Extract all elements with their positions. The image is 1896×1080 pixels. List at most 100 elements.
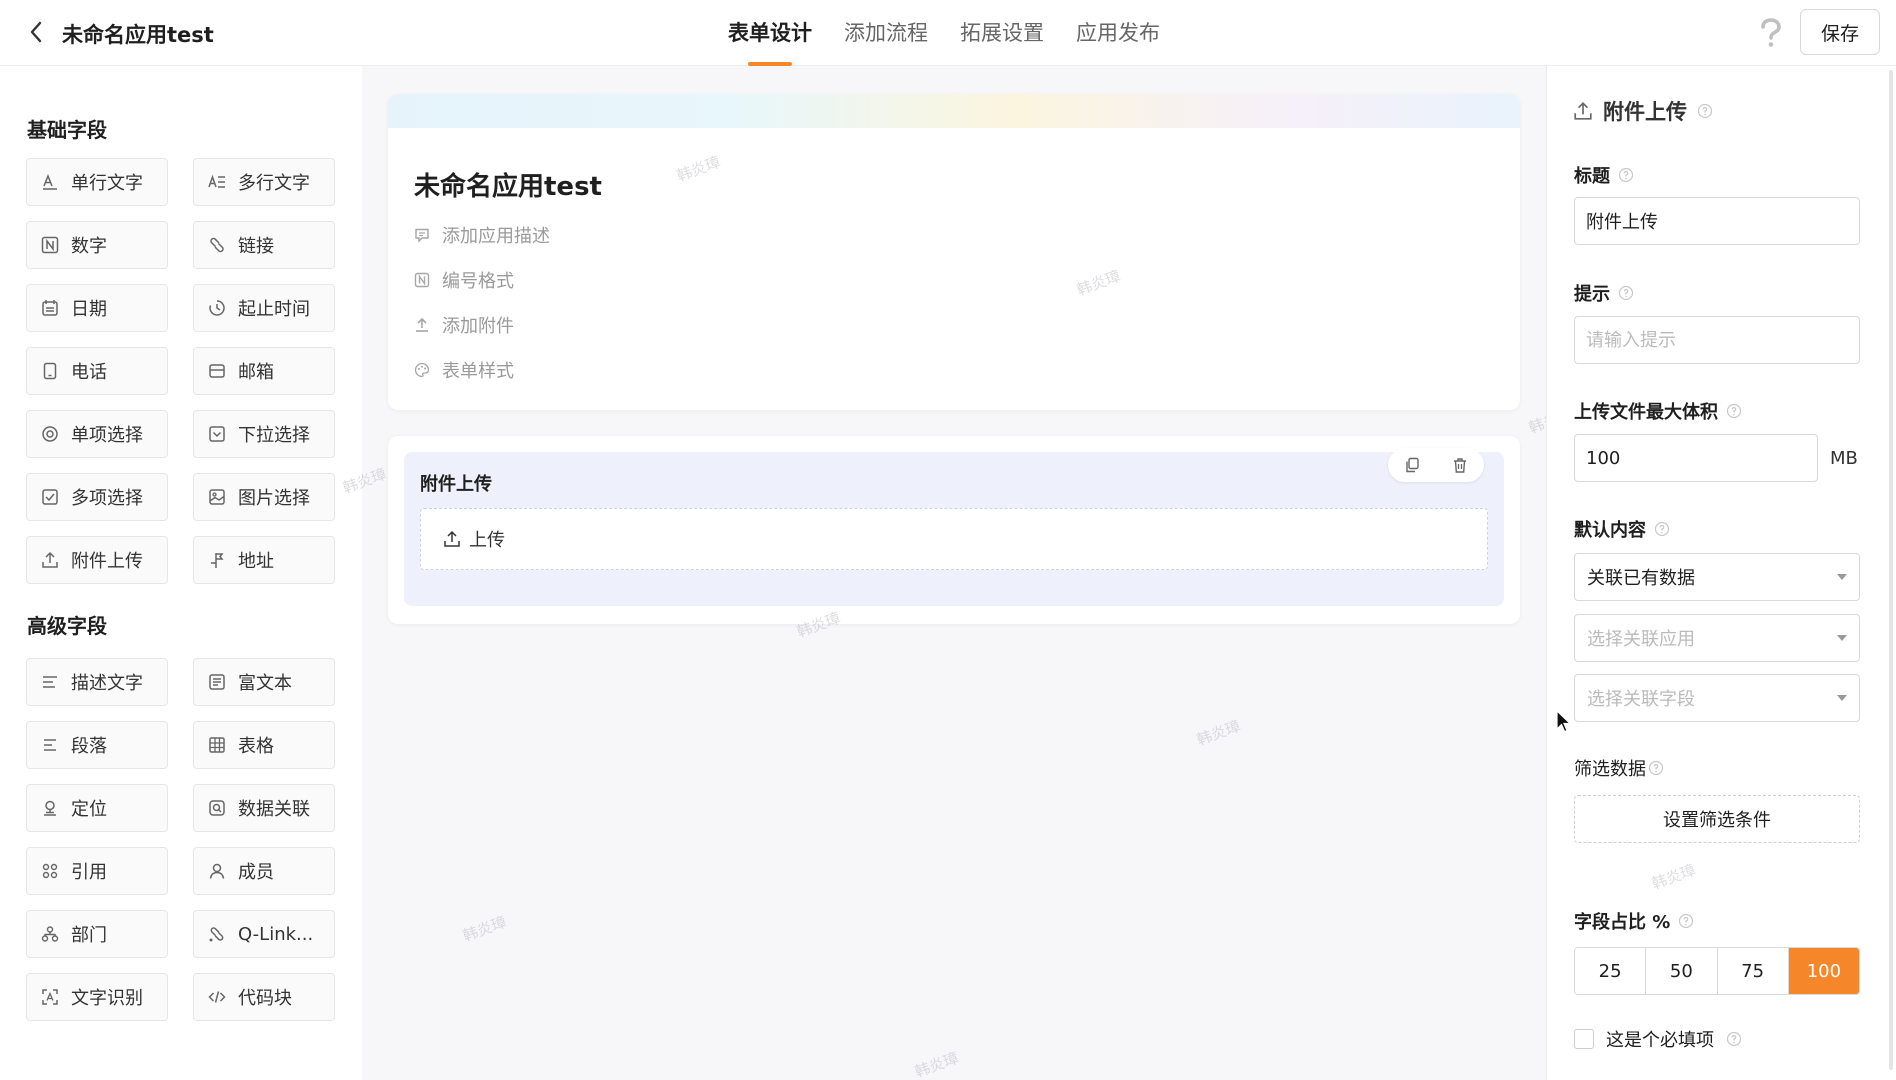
related-app-select[interactable]: 选择关联应用 (1574, 614, 1860, 662)
title-input[interactable] (1574, 197, 1860, 245)
tab-add-flow[interactable]: 添加流程 (844, 0, 928, 66)
field-attachment-upload[interactable]: 附件上传 (26, 536, 168, 584)
copy-icon (1406, 457, 1419, 473)
question-icon (1761, 18, 1781, 47)
field-time-range[interactable]: 起止时间 (193, 284, 335, 332)
field-code-block[interactable]: 代码块 (193, 973, 335, 1021)
upload-icon (42, 551, 58, 568)
single-line-text-icon (43, 173, 57, 190)
field-phone[interactable]: 电话 (26, 347, 168, 395)
field-image-select[interactable]: 图片选择 (193, 473, 335, 521)
back-button[interactable] (22, 18, 50, 46)
field-rich-text[interactable]: 富文本 (193, 658, 335, 706)
info-icon (1648, 760, 1664, 776)
field-reference[interactable]: 引用 (26, 847, 168, 895)
reference-icon (42, 863, 58, 879)
field-checkbox[interactable]: 多项选择 (26, 473, 168, 521)
watermark: 韩炎璋 (912, 1048, 961, 1080)
upload-dropzone[interactable]: 上传 (420, 508, 1488, 570)
form-title[interactable]: 未命名应用test (414, 166, 602, 203)
field-single-line-text[interactable]: 单行文字 (26, 158, 168, 206)
field-description[interactable]: 描述文字 (26, 658, 168, 706)
field-qlink[interactable]: Q-Link... (193, 910, 335, 958)
delete-field-button[interactable] (1445, 450, 1475, 480)
field-department[interactable]: 部门 (26, 910, 168, 958)
watermark: 韩炎璋 (1194, 716, 1243, 750)
max-size-unit: MB (1830, 448, 1858, 469)
comment-icon (415, 228, 429, 243)
field-address[interactable]: 地址 (193, 536, 335, 584)
filter-data-label: 筛选数据 (1574, 755, 1664, 781)
hint-input[interactable] (1574, 316, 1860, 364)
field-data-link[interactable]: 数据关联 (193, 784, 335, 832)
selected-field-upload[interactable]: 附件上传 上传 (404, 448, 1504, 606)
field-location[interactable]: 定位 (26, 784, 168, 832)
dropdown-icon (209, 426, 225, 442)
field-number[interactable]: 数字 (26, 221, 168, 269)
form-info-card: 未命名应用test 添加应用描述 编号格式 添加附件 表单样式 (388, 94, 1520, 410)
panel-header: 附件上传 (1573, 96, 1713, 126)
link-icon (210, 237, 224, 253)
required-row: 这是个必填项 (1574, 1026, 1742, 1052)
field-paragraph[interactable]: 段落 (26, 721, 168, 769)
hint-label: 提示 (1574, 280, 1634, 306)
help-button[interactable] (1756, 16, 1786, 50)
upload-icon (444, 530, 460, 547)
field-multi-line-text[interactable]: 多行文字 (193, 158, 335, 206)
caret-down-icon (1837, 695, 1847, 701)
field-date[interactable]: 日期 (26, 284, 168, 332)
form-field-card: 附件上传 上传 (388, 436, 1520, 624)
ratio-25-button[interactable]: 25 (1575, 948, 1647, 994)
properties-panel: 附件上传 标题 提示 上传文件最大体积 MB 默认内容 关联已有数据 选择关联应… (1546, 66, 1896, 1080)
field-table[interactable]: 表格 (193, 721, 335, 769)
copy-field-button[interactable] (1397, 450, 1427, 480)
mouse-cursor-icon (1556, 710, 1572, 733)
field-mail[interactable]: 邮箱 (193, 347, 335, 395)
ratio-75-button[interactable]: 75 (1717, 948, 1789, 994)
info-icon (1654, 521, 1670, 537)
advanced-fields-title: 高级字段 (27, 614, 107, 638)
tab-extend-settings[interactable]: 拓展设置 (960, 0, 1044, 66)
table-icon (209, 737, 225, 753)
field-label: 附件上传 (420, 474, 492, 495)
width-ratio-group: 25 50 75 100 (1574, 947, 1860, 995)
related-field-select[interactable]: 选择关联字段 (1574, 674, 1860, 722)
field-dropdown[interactable]: 下拉选择 (193, 410, 335, 458)
set-filter-button[interactable]: 设置筛选条件 (1574, 795, 1860, 843)
add-description-button[interactable]: 添加应用描述 (414, 222, 550, 248)
paragraph-icon (44, 739, 56, 751)
save-button[interactable]: 保存 (1800, 9, 1880, 55)
mail-icon (209, 364, 225, 378)
info-icon (1679, 913, 1694, 929)
field-radio[interactable]: 单项选择 (26, 410, 168, 458)
chevron-left-icon (30, 21, 42, 43)
required-checkbox[interactable] (1574, 1029, 1594, 1049)
caret-down-icon (1837, 574, 1847, 580)
upload-icon (1574, 102, 1592, 120)
field-member[interactable]: 成员 (193, 847, 335, 895)
member-icon (209, 863, 225, 879)
card-header-gradient (388, 94, 1520, 128)
address-icon (211, 553, 224, 568)
number-format-icon (414, 272, 430, 288)
field-ocr[interactable]: 文字识别 (26, 973, 168, 1021)
form-style-button[interactable]: 表单样式 (414, 357, 514, 383)
number-format-button[interactable]: 编号格式 (414, 267, 514, 293)
app-title: 未命名应用test (62, 23, 214, 47)
main-tabs: 表单设计 添加流程 拓展设置 应用发布 (728, 0, 1160, 66)
field-link[interactable]: 链接 (193, 221, 335, 269)
ratio-50-button[interactable]: 50 (1646, 948, 1718, 994)
default-content-select[interactable]: 关联已有数据 (1574, 553, 1860, 601)
add-attachment-button[interactable]: 添加附件 (414, 312, 514, 338)
calendar-icon (42, 300, 58, 316)
trash-icon (1454, 458, 1466, 473)
max-size-input[interactable] (1574, 434, 1818, 482)
ocr-icon (42, 989, 58, 1005)
panel-scrollbar[interactable] (1889, 70, 1893, 1070)
data-link-icon (209, 800, 225, 816)
ratio-100-button[interactable]: 100 (1788, 948, 1859, 994)
tab-app-publish[interactable]: 应用发布 (1076, 0, 1160, 66)
tab-form-design[interactable]: 表单设计 (728, 0, 812, 66)
field-palette: 基础字段 单行文字 多行文字 数字 链接 日期 起止时间 电话 邮箱 单项选择 … (0, 66, 362, 1080)
info-icon (1697, 103, 1713, 119)
